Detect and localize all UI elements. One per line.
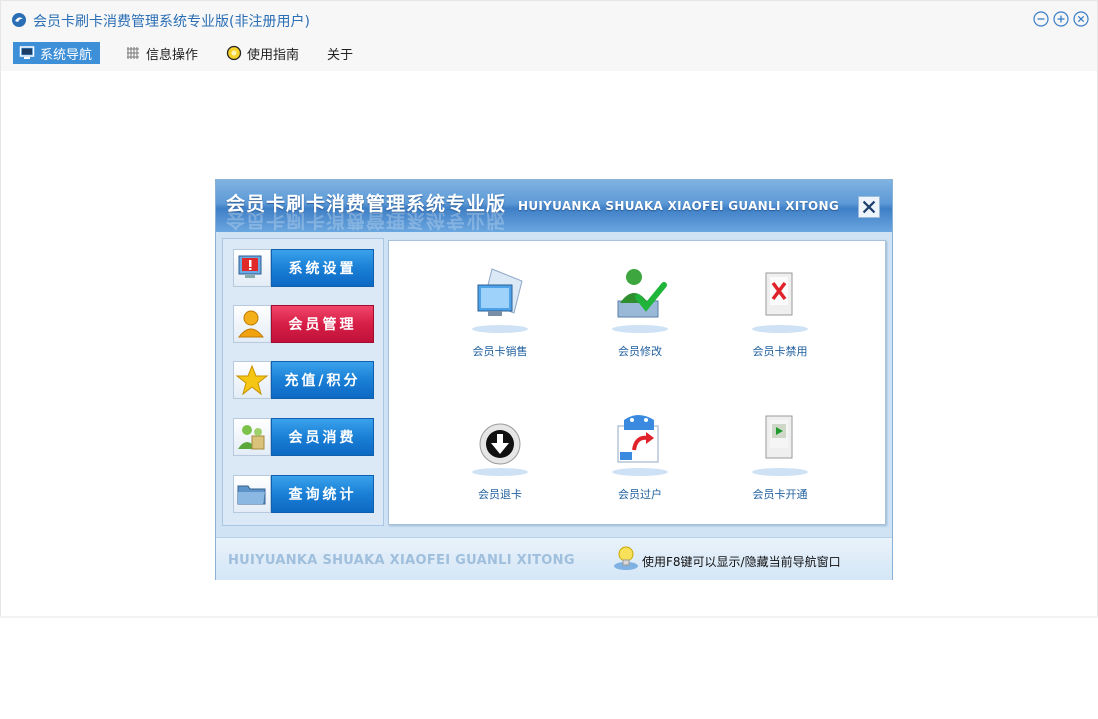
dialog-close-icon[interactable] — [858, 196, 880, 218]
icon-box — [233, 418, 271, 456]
shopping-users-icon — [238, 425, 265, 450]
close-icon[interactable] — [1073, 11, 1089, 27]
menu-label: 信息操作 — [146, 47, 199, 63]
sidebar-item-label: 系统设置 — [271, 249, 374, 287]
grid-icon — [127, 47, 139, 59]
window-controls — [1033, 11, 1089, 27]
card-disable-icon — [752, 272, 808, 333]
menu-label: 使用指南 — [247, 47, 300, 63]
app-logo-icon — [12, 13, 26, 27]
maximize-icon[interactable] — [1053, 11, 1069, 27]
window-title: 会员卡刷卡消费管理系统专业版(非注册用户) — [33, 14, 310, 30]
footer-tip: 使用F8键可以显示/隐藏当前导航窗口 — [642, 555, 841, 569]
menu-label: 关于 — [327, 47, 354, 63]
icon-box — [233, 305, 271, 343]
sidebar-item-member-consume[interactable]: 会员消费 — [233, 418, 374, 456]
lightbulb-icon — [614, 546, 638, 570]
menu-label: 系统导航 — [40, 47, 93, 63]
card-sale-icon — [472, 268, 528, 333]
menu-system-nav[interactable]: 系统导航 — [13, 42, 101, 64]
footer-english-title: HUIYUANKA SHUAKA XIAOFEI GUANLI XITONG — [228, 553, 575, 568]
menu-info-ops[interactable]: 信息操作 — [119, 42, 206, 64]
member-edit-icon — [612, 269, 668, 333]
tile-label: 会员修改 — [618, 345, 662, 358]
title-bar: 会员卡刷卡消费管理系统专业版(非注册用户) — [1, 1, 1097, 39]
sidebar-item-label: 会员管理 — [271, 305, 374, 343]
nav-sidebar: 系统设置 会员管理 充值/积分 会员消费 查询统计 — [222, 238, 384, 526]
sidebar-item-query-stats[interactable]: 查询统计 — [233, 475, 374, 513]
tile-card-sale[interactable]: 会员卡销售 — [455, 263, 545, 373]
monitor-icon — [19, 46, 35, 59]
tile-label: 会员卡禁用 — [752, 345, 808, 358]
sidebar-item-label: 查询统计 — [271, 475, 374, 513]
tile-label: 会员卡销售 — [472, 345, 528, 358]
window-bottom-edge — [0, 616, 1098, 618]
menu-user-guide[interactable]: 使用指南 — [220, 42, 307, 64]
icon-box — [233, 475, 271, 513]
sidebar-item-system-settings[interactable]: 系统设置 — [233, 249, 374, 287]
dialog-header: 会员卡刷卡消费管理系统专业版 会员卡刷卡消费管理系统专业版 HUIYUANKA … — [216, 180, 892, 232]
star-icon — [235, 364, 269, 396]
dialog-title-reflection: 会员卡刷卡消费管理系统专业版 — [226, 209, 507, 231]
minimize-icon[interactable] — [1033, 11, 1049, 27]
tile-card-activate[interactable]: 会员卡开通 — [735, 406, 825, 516]
card-return-icon — [472, 423, 528, 476]
icon-box — [233, 361, 271, 399]
tile-label: 会员卡开通 — [752, 488, 808, 501]
navigation-dialog: 会员卡刷卡消费管理系统专业版 会员卡刷卡消费管理系统专业版 HUIYUANKA … — [215, 179, 893, 580]
sidebar-item-label: 会员消费 — [271, 418, 374, 456]
help-circle-icon — [226, 45, 242, 61]
menu-bar: 系统导航 信息操作 使用指南 关于 — [1, 39, 1097, 71]
tile-label: 会员退卡 — [478, 488, 522, 501]
menu-about[interactable]: 关于 — [321, 42, 361, 64]
member-transfer-icon — [612, 415, 668, 476]
settings-monitor-icon — [238, 255, 262, 278]
dialog-title-english: HUIYUANKA SHUAKA XIAOFEI GUANLI XITONG — [518, 199, 840, 213]
tile-card-disable[interactable]: 会员卡禁用 — [735, 263, 825, 373]
sidebar-item-member-mgmt[interactable]: 会员管理 — [233, 305, 374, 343]
card-activate-icon — [752, 415, 808, 476]
tile-label: 会员过户 — [618, 488, 662, 501]
function-panel: 会员卡销售 会员修改 会员卡禁用 会员退卡 会员过户 会员卡开通 — [388, 240, 886, 525]
sidebar-item-recharge-points[interactable]: 充值/积分 — [233, 361, 374, 399]
tile-card-return[interactable]: 会员退卡 — [455, 406, 545, 516]
dialog-footer: HUIYUANKA SHUAKA XIAOFEI GUANLI XITONG 使… — [216, 537, 892, 580]
icon-box — [233, 249, 271, 287]
folder-icon — [237, 485, 266, 505]
user-icon — [237, 310, 265, 338]
tile-member-transfer[interactable]: 会员过户 — [595, 406, 685, 516]
sidebar-item-label: 充值/积分 — [271, 361, 374, 399]
tile-member-edit[interactable]: 会员修改 — [595, 263, 685, 373]
